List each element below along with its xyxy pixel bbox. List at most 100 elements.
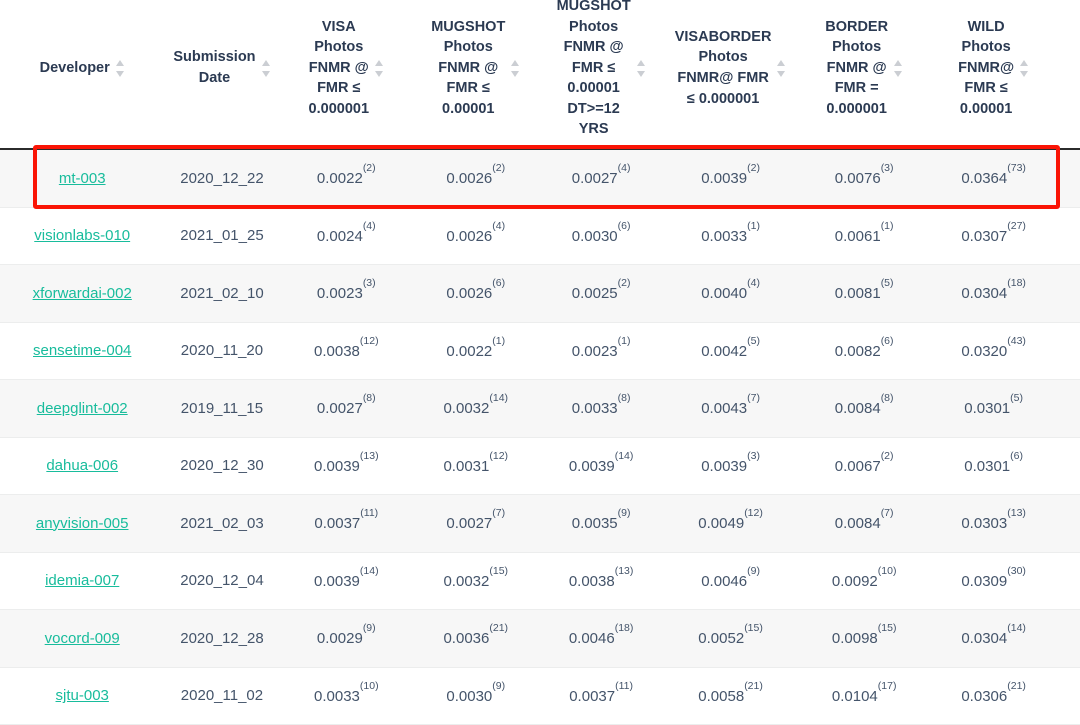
cell-mugshot: 0.0022(1) — [413, 322, 539, 381]
metric-rank: (2) — [747, 162, 760, 175]
metric-value: 0.0320 — [961, 342, 1008, 360]
metric-rank: (9) — [492, 679, 506, 692]
table-row: anyvision-005 2021_02_03 0.0037(11) 0.0027(… — [0, 494, 1080, 553]
metric-value: 0.0301 — [964, 457, 1011, 475]
column-header-visaborder[interactable]: VISABORDER Photos FNMR@ FMR ≤ 0.000001 — [663, 0, 798, 151]
metric-rank: (1) — [747, 219, 760, 232]
developer-link[interactable]: idemia-007 — [45, 572, 119, 589]
cell-visaborder: 0.0042(5) — [663, 322, 798, 381]
cell-child_exp — [1056, 667, 1080, 725]
metric-rank: (27) — [1007, 219, 1026, 232]
cell-submission-date: 2020_11_02 — [164, 667, 280, 725]
sort-toggle-icon[interactable] — [511, 59, 520, 77]
sort-toggle-icon[interactable] — [777, 59, 786, 77]
cell-border: 0.0092(10) — [797, 552, 931, 611]
cell-border: 0.0061(1) — [797, 207, 931, 266]
metric-rank: (4) — [492, 219, 506, 232]
column-header-label: VISA Photos FNMR @ FMR ≤0.000001 — [308, 18, 370, 117]
metric-value: 0.0046 — [701, 572, 748, 590]
column-header-child_exp[interactable]: CHILDEXPPhotosFNMR @FMR ≤0.00001 — [1056, 0, 1080, 151]
table-row: dahua-006 2020_12_30 0.0039(13) 0.0031(12) 0… — [0, 437, 1080, 496]
metric-rank: (6) — [617, 219, 631, 232]
developer-link[interactable]: deepglint-002 — [37, 400, 128, 417]
column-header-submission_date[interactable]: Submission Date — [164, 0, 280, 151]
cell-submission-date: 2021_01_25 — [164, 207, 280, 266]
cell-wild: 0.0306(21) — [930, 667, 1057, 725]
table-row: mt-003 2020_12_22 0.0022(2) 0.0026(2) 0.0027… — [0, 149, 1080, 208]
cell-developer: visionlabs-010 — [0, 207, 165, 266]
column-header-label: BORDER Photos FNMR @ FMR = 0.000001 — [825, 18, 889, 117]
developer-link[interactable]: dahua-006 — [46, 457, 118, 474]
cell-border: 0.0104(17) — [797, 667, 931, 725]
column-header-label: MUGSHOT Photos FNMR @ FMR ≤0.00001 — [431, 18, 506, 117]
sort-toggle-icon[interactable] — [894, 59, 903, 77]
developer-link[interactable]: mt-003 — [59, 170, 106, 187]
cell-border: 0.0081(5) — [797, 264, 931, 323]
column-header-mugshot_dt[interactable]: MUGSHOT Photos FNMR @ FMR ≤0.00001 DT>=12 YRS — [538, 0, 664, 151]
metric-value: 0.0364 — [961, 170, 1008, 188]
metric-rank: (2) — [362, 162, 376, 175]
metric-value: 0.0027 — [316, 400, 363, 418]
cell-mugshot: 0.0032(15) — [413, 552, 539, 611]
developer-link[interactable]: sensetime-004 — [33, 342, 131, 359]
column-header-visa[interactable]: VISA Photos FNMR @ FMR ≤0.000001 — [279, 0, 414, 151]
metric-rank: (18) — [614, 622, 634, 635]
metric-rank: (11) — [360, 507, 379, 520]
developer-link[interactable]: visionlabs-010 — [34, 227, 130, 244]
column-header-wild[interactable]: WILD Photos FNMR@ FMR ≤0.00001 — [930, 0, 1057, 151]
metric-value: 0.0022 — [316, 170, 363, 188]
sort-toggle-icon[interactable] — [261, 59, 271, 77]
column-header-border[interactable]: BORDER Photos FNMR @ FMR = 0.000001 — [797, 0, 931, 151]
cell-submission-date: 2020_12_28 — [164, 609, 280, 668]
metric-rank: (7) — [880, 507, 894, 520]
cell-visa: 0.0027(8) — [279, 379, 414, 438]
cell-visaborder: 0.0043(7) — [663, 379, 798, 438]
metric-rank: (4) — [617, 162, 631, 175]
metric-rank: (14) — [614, 449, 634, 462]
metric-value: 0.0023 — [571, 342, 618, 360]
sort-toggle-icon[interactable] — [1020, 59, 1029, 77]
cell-child_exp — [1056, 207, 1080, 266]
cell-mugshot_dt: 0.0039(14) — [538, 437, 664, 496]
metric-rank: (9) — [617, 507, 631, 520]
metric-value: 0.0076 — [834, 170, 881, 188]
metric-rank: (8) — [880, 392, 894, 405]
sort-toggle-icon[interactable] — [375, 59, 384, 77]
metric-value: 0.0303 — [961, 515, 1008, 533]
column-header-developer[interactable]: Developer — [0, 0, 165, 151]
cell-submission-date: 2020_12_22 — [164, 149, 280, 208]
metric-value: 0.0084 — [834, 400, 881, 418]
cell-mugshot_dt: 0.0027(4) — [538, 149, 664, 208]
metric-value: 0.0031 — [443, 457, 490, 475]
column-header-mugshot[interactable]: MUGSHOT Photos FNMR @ FMR ≤0.00001 — [413, 0, 539, 151]
metric-rank: (6) — [880, 334, 894, 347]
table-row: sjtu-003 2020_11_02 0.0033(10) 0.0030(9) 0.0… — [0, 667, 1080, 725]
metric-rank: (14) — [1007, 622, 1026, 635]
metric-rank: (18) — [1007, 277, 1026, 290]
sort-toggle-icon[interactable] — [115, 59, 125, 77]
metric-rank: (2) — [492, 162, 506, 175]
metric-rank: (4) — [362, 219, 376, 232]
metric-rank: (15) — [877, 622, 897, 635]
cell-developer: sjtu-003 — [0, 667, 165, 725]
developer-link[interactable]: vocord-009 — [45, 630, 120, 647]
metric-value: 0.0035 — [571, 515, 618, 533]
metric-value: 0.0082 — [834, 342, 881, 360]
developer-link[interactable]: sjtu-003 — [56, 687, 109, 704]
metric-rank: (5) — [1010, 392, 1023, 405]
cell-visaborder: 0.0052(15) — [663, 609, 798, 668]
metric-value: 0.0309 — [961, 572, 1008, 590]
metric-value: 0.0061 — [834, 227, 881, 245]
sort-toggle-icon[interactable] — [636, 59, 646, 77]
column-header-label: WILD Photos FNMR@ FMR ≤0.00001 — [958, 18, 1015, 117]
metric-value: 0.0025 — [571, 285, 618, 303]
metric-value: 0.0307 — [961, 227, 1008, 245]
developer-link[interactable]: xforwardai-002 — [33, 285, 132, 302]
cell-wild: 0.0301(5) — [930, 379, 1057, 438]
metric-value: 0.0306 — [961, 687, 1008, 705]
table-row: visionlabs-010 2021_01_25 0.0024(4) 0.0026(… — [0, 207, 1080, 266]
cell-developer: xforwardai-002 — [0, 264, 165, 323]
metric-rank: (10) — [359, 679, 379, 692]
cell-developer: idemia-007 — [0, 552, 165, 611]
developer-link[interactable]: anyvision-005 — [36, 515, 129, 532]
